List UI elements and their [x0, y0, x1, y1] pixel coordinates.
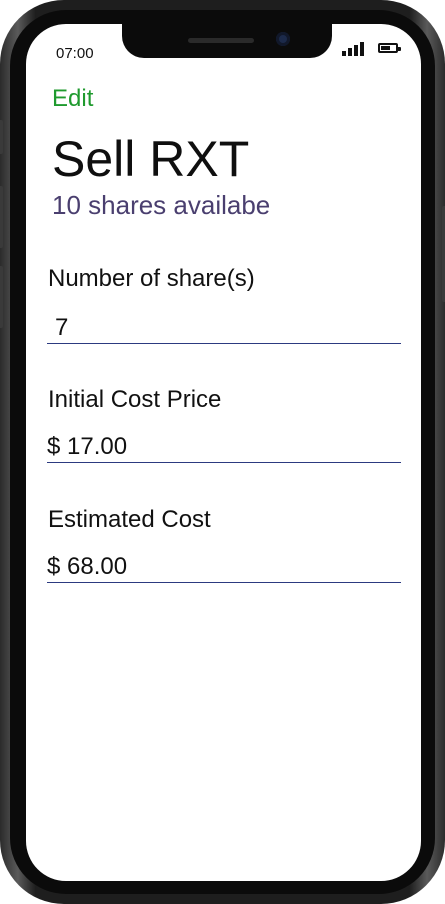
- battery-icon: [378, 43, 401, 53]
- shares-available-text: 10 shares availabe: [52, 190, 271, 220]
- estimated-cost-label: Estimated Cost: [48, 506, 211, 533]
- initial-cost-value: $ 17.00: [47, 433, 128, 460]
- mute-switch: [0, 120, 3, 154]
- estimated-cost-field: $ 68.00: [47, 549, 401, 583]
- initial-cost-label: Initial Cost Price: [48, 386, 222, 413]
- shares-label: Number of share(s): [48, 265, 255, 292]
- camera-icon: [276, 32, 290, 46]
- speaker-grille: [188, 38, 254, 43]
- edit-button[interactable]: Edit: [52, 85, 93, 113]
- signal-icon: [342, 42, 364, 56]
- volume-up-button: [0, 186, 3, 248]
- shares-input[interactable]: 7: [47, 310, 401, 344]
- estimated-cost-value: $ 68.00: [47, 553, 128, 580]
- volume-down-button: [0, 266, 3, 328]
- page-title: Sell RXT: [52, 131, 250, 187]
- shares-input-value: 7: [55, 314, 69, 341]
- initial-cost-input[interactable]: $ 17.00: [47, 429, 401, 463]
- screen: 07:00 Edit Sell RXT 10 shares availabe N…: [26, 24, 421, 881]
- phone-frame: 07:00 Edit Sell RXT 10 shares availabe N…: [0, 0, 445, 904]
- notch: [122, 24, 332, 58]
- status-time: 07:00: [56, 45, 94, 62]
